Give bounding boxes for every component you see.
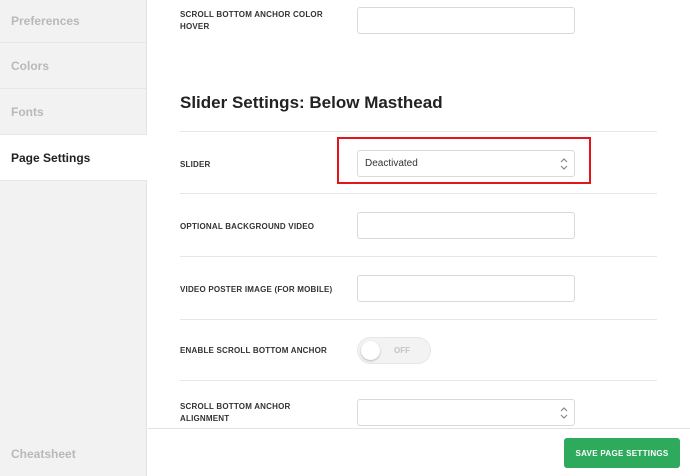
chevron-up-down-icon [560, 407, 568, 419]
section-title: Slider Settings: Below Masthead [180, 93, 443, 112]
poster-image-row: VIDEO POSTER IMAGE (FOR MOBILE) [180, 257, 657, 320]
scroll-anchor-color-hover-input[interactable] [357, 7, 575, 34]
poster-image-label: VIDEO POSTER IMAGE (FOR MOBILE) [180, 285, 333, 294]
label-line: HOVER [180, 22, 210, 31]
label-line: ALIGNMENT [180, 414, 230, 423]
background-video-row: OPTIONAL BACKGROUND VIDEO [180, 194, 657, 257]
scroll-anchor-color-hover-row: SCROLL BOTTOM ANCHOR COLOR HOVER [180, 0, 657, 46]
anchor-alignment-select[interactable] [357, 399, 575, 426]
save-page-settings-button[interactable]: SAVE PAGE SETTINGS [564, 438, 680, 468]
toggle-knob [361, 341, 380, 360]
label-line: SCROLL BOTTOM ANCHOR [180, 402, 291, 411]
anchor-alignment-row: SCROLL BOTTOM ANCHOR ALIGNMENT [180, 381, 657, 428]
sidebar-item-preferences[interactable]: Preferences [0, 0, 146, 43]
anchor-alignment-label: SCROLL BOTTOM ANCHOR ALIGNMENT [180, 401, 291, 425]
footer-bar: SAVE PAGE SETTINGS [148, 428, 690, 476]
scroll-anchor-toggle-label: ENABLE SCROLL BOTTOM ANCHOR [180, 346, 328, 355]
sidebar-item-cheatsheet[interactable]: Cheatsheet [11, 447, 76, 461]
poster-image-input[interactable] [357, 275, 575, 302]
toggle-state: OFF [394, 346, 410, 355]
label-line: SCROLL BOTTOM ANCHOR COLOR [180, 10, 323, 19]
sidebar: Preferences Colors Fonts Page Settings C… [0, 0, 147, 476]
highlight-box [337, 137, 591, 184]
sidebar-item-fonts[interactable]: Fonts [0, 89, 146, 135]
settings-panel: SCROLL BOTTOM ANCHOR COLOR HOVER Slider … [148, 0, 690, 428]
scroll-anchor-toggle-row: ENABLE SCROLL BOTTOM ANCHOR OFF [180, 320, 657, 381]
scroll-anchor-color-hover-label: SCROLL BOTTOM ANCHOR COLOR HOVER [180, 9, 323, 33]
sidebar-item-page-settings[interactable]: Page Settings [0, 135, 147, 181]
background-video-input[interactable] [357, 212, 575, 239]
slider-label: SLIDER [180, 160, 211, 169]
scroll-anchor-toggle[interactable]: OFF [357, 337, 431, 364]
background-video-label: OPTIONAL BACKGROUND VIDEO [180, 222, 315, 231]
sidebar-item-colors[interactable]: Colors [0, 43, 146, 89]
